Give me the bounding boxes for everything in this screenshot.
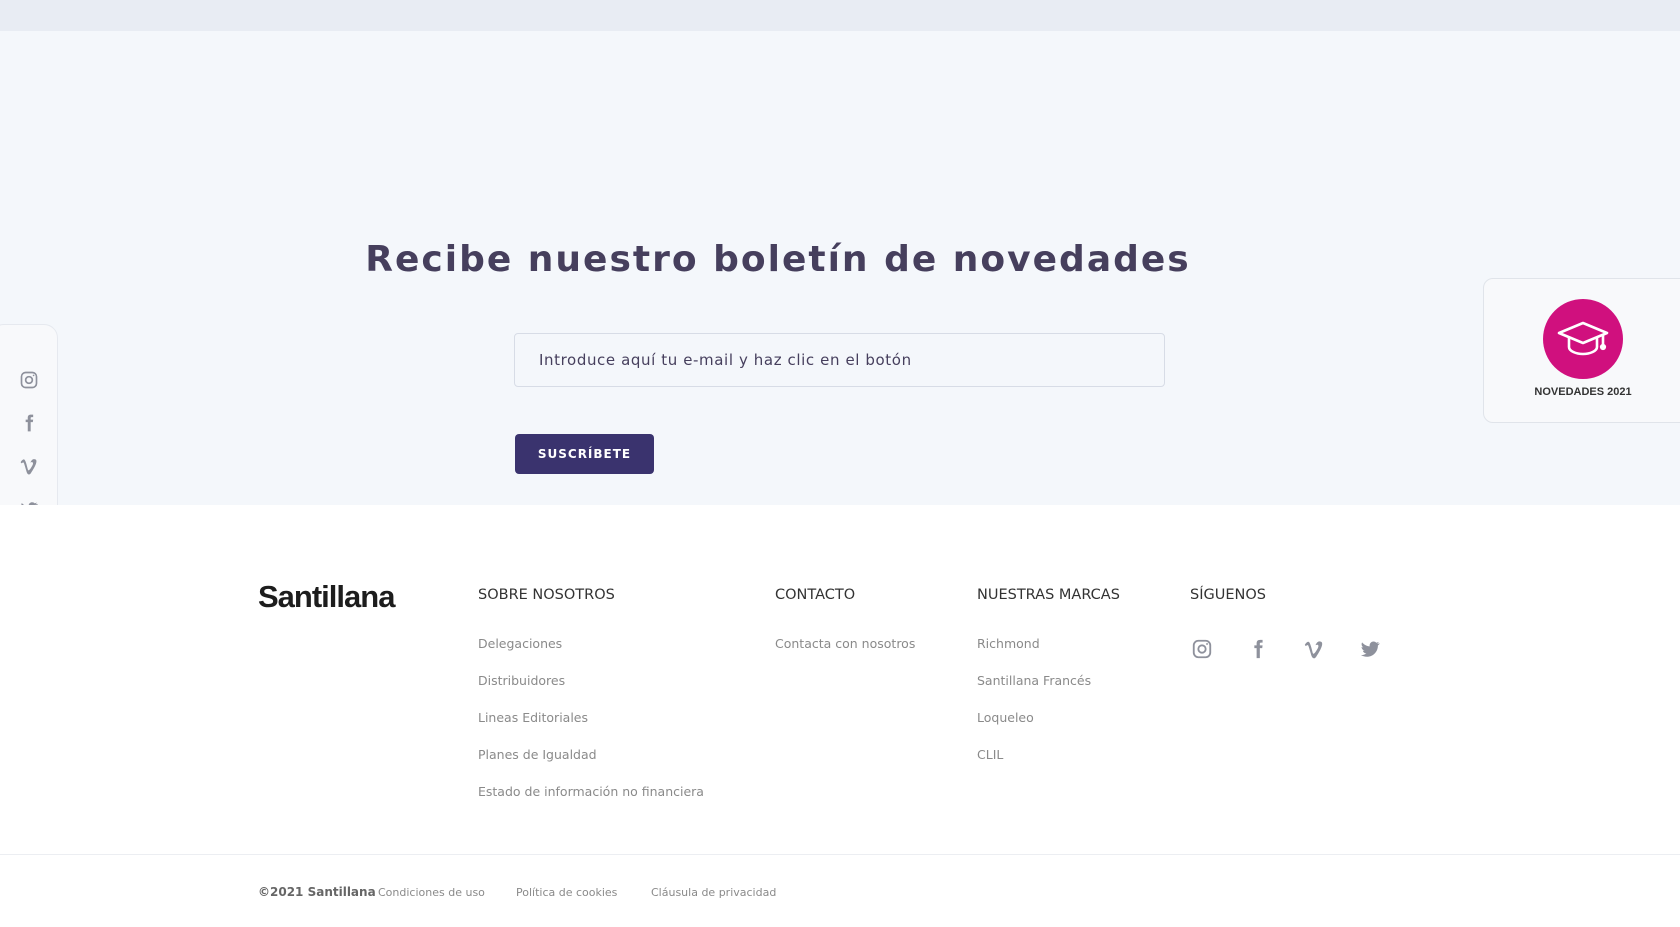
link-clausula-privacidad[interactable]: Cláusula de privacidad	[651, 886, 776, 899]
footer-link-planes-igualdad[interactable]: Planes de Igualdad	[478, 748, 704, 785]
link-condiciones-uso[interactable]: Condiciones de uso	[378, 886, 485, 899]
vimeo-icon[interactable]	[18, 455, 40, 477]
twitter-icon[interactable]	[1358, 637, 1382, 661]
footer-link-richmond[interactable]: Richmond	[977, 637, 1120, 674]
footer-column-contacto: CONTACTO Contacta con nosotros	[775, 587, 915, 674]
footer-link-loqueleo[interactable]: Loqueleo	[977, 711, 1120, 748]
footer-link-estado-informacion[interactable]: Estado de información no financiera	[478, 785, 704, 822]
vimeo-icon[interactable]	[1302, 637, 1326, 661]
footer-link-lineas-editoriales[interactable]: Lineas Editoriales	[478, 711, 704, 748]
footer: Santillana SOBRE NOSOTROS Delegaciones D…	[0, 505, 1680, 855]
newsletter-title: Recibe nuestro boletín de novedades	[365, 239, 1191, 280]
bottom-bar: ©2021 Santillana Condiciones de uso Polí…	[0, 855, 1680, 927]
column-title: SÍGUENOS	[1190, 587, 1266, 603]
footer-link-clil[interactable]: CLIL	[977, 748, 1120, 785]
footer-column-sobre-nosotros: SOBRE NOSOTROS Delegaciones Distribuidor…	[478, 587, 704, 822]
top-bar	[0, 0, 1680, 31]
instagram-icon[interactable]	[1190, 637, 1214, 661]
copyright: ©2021 Santillana	[258, 885, 376, 899]
column-title: CONTACTO	[775, 587, 856, 603]
column-title: NUESTRAS MARCAS	[977, 587, 1120, 603]
footer-link-contacta[interactable]: Contacta con nosotros	[775, 637, 915, 674]
santillana-logo[interactable]: Santillana	[258, 579, 395, 615]
footer-social-icons	[1190, 637, 1382, 661]
footer-link-santillana-frances[interactable]: Santillana Francés	[977, 674, 1120, 711]
footer-column-marcas: NUESTRAS MARCAS Richmond Santillana Fran…	[977, 587, 1120, 785]
facebook-icon[interactable]	[1246, 637, 1270, 661]
subscribe-button[interactable]: SUSCRÍBETE	[515, 434, 654, 474]
email-input[interactable]	[514, 333, 1165, 387]
footer-link-distribuidores[interactable]: Distribuidores	[478, 674, 704, 711]
graduation-cap-icon	[1543, 299, 1623, 379]
instagram-icon[interactable]	[18, 369, 40, 391]
footer-column-siguenos: SÍGUENOS	[1190, 587, 1382, 661]
newsletter-section: Recibe nuestro boletín de novedades SUSC…	[0, 31, 1680, 505]
link-politica-cookies[interactable]: Política de cookies	[516, 886, 617, 899]
facebook-icon[interactable]	[18, 412, 40, 434]
column-title: SOBRE NOSOTROS	[478, 587, 615, 603]
novedades-label: NOVEDADES 2021	[1534, 386, 1632, 398]
novedades-badge[interactable]: NOVEDADES 2021	[1483, 278, 1680, 423]
footer-link-delegaciones[interactable]: Delegaciones	[478, 637, 704, 674]
